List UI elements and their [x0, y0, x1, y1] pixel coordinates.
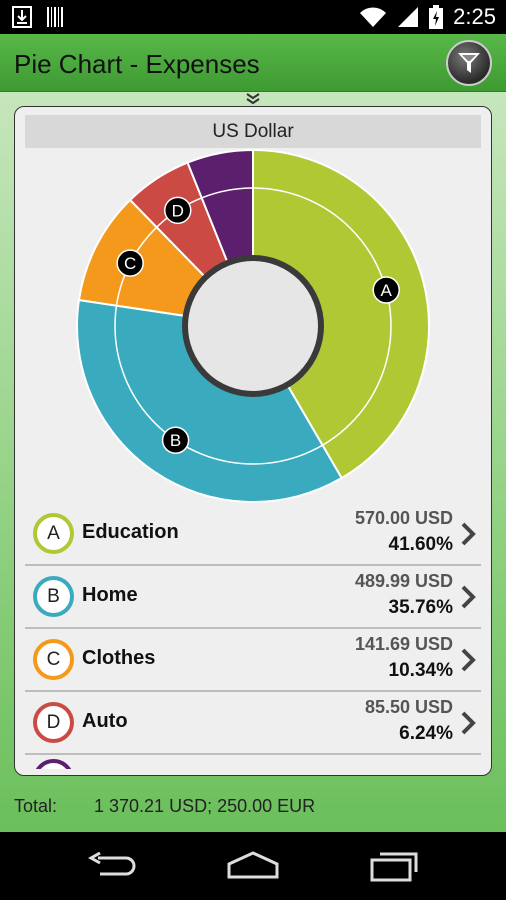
category-percent: 6.24% [399, 723, 453, 744]
category-amount: 85.50 USD [364, 697, 453, 717]
pie-label-text: A [381, 281, 393, 300]
signal-icon [398, 7, 419, 27]
total-value: 1 370.21 USD; 250.00 EUR [94, 796, 316, 816]
filter-icon [458, 53, 480, 73]
pie-label-text: D [172, 201, 184, 220]
category-badge: D [33, 702, 74, 743]
total-bar: Total: 1 370.21 USD; 250.00 EUR [0, 784, 506, 828]
category-name: Clothes [82, 647, 156, 669]
category-badge [33, 759, 74, 769]
navigation-bar [0, 832, 506, 900]
barcode-icon [47, 7, 63, 27]
action-bar: Pie Chart - Expenses [0, 34, 506, 92]
wifi-icon [360, 7, 387, 27]
pie-chart[interactable]: A B C D [15, 107, 492, 503]
pie-center-hole [182, 255, 324, 397]
chevron-right-icon [461, 522, 476, 546]
category-amount: 570.00 USD [354, 508, 453, 528]
category-list: A Education 570.00 USD 41.60% B Home 489… [25, 503, 481, 769]
chart-card: US Dollar ABCD A Education 570.00 USD 41… [14, 106, 492, 776]
category-badge: C [33, 639, 74, 680]
category-badge: A [33, 513, 74, 554]
category-percent: 41.60% [388, 534, 453, 555]
chevron-right-icon [461, 585, 476, 609]
category-percent: 10.34% [388, 660, 453, 681]
page-title: Pie Chart - Expenses [14, 49, 260, 79]
category-name: Auto [82, 710, 128, 732]
list-item-home[interactable]: B Home 489.99 USD 35.76% [25, 566, 481, 629]
category-amount: 141.69 USD [354, 634, 453, 654]
list-item-education[interactable]: A Education 570.00 USD 41.60% [25, 503, 481, 566]
recent-apps-icon[interactable] [370, 850, 418, 882]
collapse-chevron-icon[interactable] [245, 92, 261, 106]
filter-button[interactable] [446, 40, 492, 86]
chevron-right-icon [461, 711, 476, 735]
list-item-clothes[interactable]: C Clothes 141.69 USD 10.34% [25, 629, 481, 692]
category-name: Education [82, 521, 179, 543]
category-percent: 35.76% [388, 597, 453, 618]
pie-label-text: C [124, 254, 136, 273]
chevron-right-icon [461, 648, 476, 672]
status-time: 2:25 [453, 4, 496, 29]
back-icon[interactable] [88, 852, 136, 880]
home-icon[interactable] [226, 850, 280, 880]
download-icon [12, 6, 32, 28]
status-bar: 2:25 [0, 0, 506, 34]
total-label: Total: [14, 796, 58, 816]
list-item-partial[interactable] [25, 755, 481, 769]
category-amount: 489.99 USD [354, 571, 453, 591]
category-badge: B [33, 576, 74, 617]
category-name: Home [82, 584, 138, 606]
battery-icon [429, 5, 444, 29]
list-item-auto[interactable]: D Auto 85.50 USD 6.24% [25, 692, 481, 755]
pie-label-text: B [170, 431, 181, 450]
